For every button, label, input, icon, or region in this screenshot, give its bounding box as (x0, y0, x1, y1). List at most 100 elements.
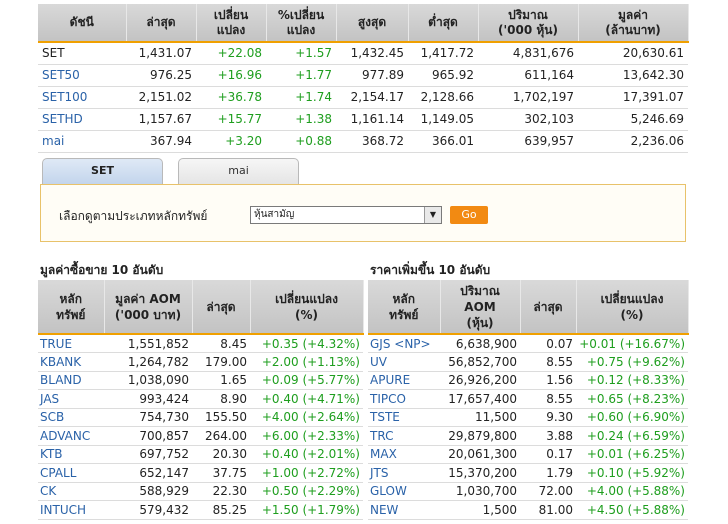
stock-last-price: 3.88 (520, 426, 576, 446)
stock-change: +0.10 (+5.92%) (576, 463, 688, 483)
column-header-line: ล่าสุด (533, 299, 563, 314)
stock-symbol[interactable]: BLAND (38, 371, 104, 390)
column-header: ล่าสุด (520, 280, 577, 334)
stock-volume-value: 6,638,900 (440, 333, 520, 353)
stock-symbol[interactable]: TRUE (38, 333, 104, 353)
stock-symbol[interactable]: ADVANC (38, 426, 104, 446)
stock-last-price: 85.25 (192, 500, 250, 520)
stock-symbol[interactable]: CPALL (38, 463, 104, 483)
table-row: TRUE 1,551,852 8.45 +0.35 (+4.32%) (38, 333, 363, 353)
stock-volume-value: 17,657,400 (440, 389, 520, 409)
column-header-line: หลัก (59, 291, 83, 306)
stock-symbol[interactable]: UV (368, 352, 440, 372)
stock-last-price: 1.56 (520, 371, 576, 390)
column-header-line: แปลง (216, 22, 246, 37)
stock-change: +4.00 (+2.64%) (250, 408, 363, 427)
stock-last-price: 8.45 (192, 333, 250, 353)
index-value: 17,391.07 (578, 86, 688, 109)
table-row: KBANK 1,264,782 179.00 +2.00 (+1.13%) (38, 352, 363, 372)
stock-volume-value: 697,752 (104, 445, 192, 464)
table-row: TSTE 11,500 9.30 +0.60 (+6.90%) (368, 408, 688, 427)
column-header: มูลค่า AOM ('000 บาท) (104, 280, 193, 334)
stock-symbol[interactable]: JAS (38, 389, 104, 409)
table-row: CPALL 652,147 37.75 +1.00 (+2.72%) (38, 463, 363, 483)
tab-set[interactable]: SET (42, 158, 163, 184)
go-button[interactable]: Go (450, 206, 488, 224)
stock-symbol[interactable]: TRC (368, 426, 440, 446)
stock-volume-value: 700,857 (104, 426, 192, 446)
table-row: GJS <NP> 6,638,900 0.07 +0.01 (+16.67%) (368, 333, 688, 353)
stock-change: +0.01 (+16.67%) (576, 333, 688, 353)
stock-symbol[interactable]: GLOW (368, 482, 440, 501)
table-row: TIPCO 17,657,400 8.55 +0.65 (+8.23%) (368, 389, 688, 409)
stock-change: +0.01 (+6.25%) (576, 445, 688, 464)
index-name[interactable]: mai (38, 130, 126, 153)
stock-symbol[interactable]: SCB (38, 408, 104, 427)
index-pct-change: +1.38 (266, 108, 336, 131)
stock-symbol[interactable]: TIPCO (368, 389, 440, 409)
stock-symbol[interactable]: CK (38, 482, 104, 501)
column-header-line: (%) (295, 307, 318, 322)
stock-symbol[interactable]: APURE (368, 371, 440, 390)
index-last: 1,157.67 (126, 108, 196, 131)
stock-symbol[interactable]: JTS (368, 463, 440, 483)
stock-change: +0.24 (+6.59%) (576, 426, 688, 446)
column-header-line: (%) (620, 307, 644, 322)
stock-last-price: 264.00 (192, 426, 250, 446)
stock-symbol[interactable]: KBANK (38, 352, 104, 372)
stock-symbol[interactable]: KTB (38, 445, 104, 464)
stock-change: +0.40 (+2.01%) (250, 445, 363, 464)
index-last: 367.94 (126, 130, 196, 153)
stock-symbol[interactable]: NEW (368, 500, 440, 520)
stock-symbol[interactable]: TSTE (368, 408, 440, 427)
tab-mai[interactable]: mai (178, 158, 299, 184)
top-value-header-row: หลัก ทรัพย์ มูลค่า AOM ('000 บาท) ล่าสุด เปลี… (38, 280, 364, 334)
table-row: CK 588,929 22.30 +0.50 (+2.29%) (38, 482, 363, 501)
index-pct-change: +1.77 (266, 64, 336, 87)
security-type-label: เลือกดูตามประเภทหลักทรัพย์ (59, 209, 208, 223)
index-pct-change: +0.88 (266, 130, 336, 153)
table-row: MAX 20,061,300 0.17 +0.01 (+6.25%) (368, 445, 688, 464)
index-value: 13,642.30 (578, 64, 688, 87)
column-header-line: AOM (464, 299, 496, 314)
stock-change: +1.50 (+1.79%) (250, 500, 363, 520)
security-type-select[interactable]: หุ้นสามัญ ▼ (250, 206, 442, 224)
index-high: 1,432.45 (336, 41, 408, 65)
column-header-line: เปลี่ยน (213, 7, 249, 22)
stock-volume-value: 588,929 (104, 482, 192, 501)
column-header: สูงสุด (336, 4, 409, 42)
stock-last-price: 155.50 (192, 408, 250, 427)
index-volume: 611,164 (478, 64, 578, 87)
table-row: SET100 2,151.02 +36.78 +1.74 2,154.17 2,128.6… (38, 86, 688, 109)
stock-change: +0.65 (+8.23%) (576, 389, 688, 409)
index-pct-change: +1.57 (266, 41, 336, 65)
index-name[interactable]: SETHD (38, 108, 126, 131)
stock-symbol[interactable]: MAX (368, 445, 440, 464)
table-row: mai 367.94 +3.20 +0.88 368.72 366.01 639,957 2,… (38, 130, 688, 153)
index-name[interactable]: SET (38, 41, 126, 65)
column-header: ปริมาณ ('000 หุ้น) (478, 4, 579, 42)
chevron-down-icon[interactable]: ▼ (424, 207, 441, 223)
index-name[interactable]: SET50 (38, 64, 126, 87)
index-change: +22.08 (196, 41, 266, 65)
table-row: APURE 26,926,200 1.56 +0.12 (+8.33%) (368, 371, 688, 390)
column-header-line: (ล้านบาท) (605, 22, 661, 37)
stock-last-price: 0.17 (520, 445, 576, 464)
column-header-line: %เปลี่ยน (277, 7, 325, 22)
stock-last-price: 72.00 (520, 482, 576, 501)
stock-symbol[interactable]: INTUCH (38, 500, 104, 520)
index-change: +36.78 (196, 86, 266, 109)
column-header: หลัก ทรัพย์ (368, 280, 441, 334)
index-value: 5,246.69 (578, 108, 688, 131)
index-header-row: ดัชนี ล่าสุด เปลี่ยน แปลง %เปลี่ยน แปลง สูงสุด… (38, 4, 689, 42)
index-name[interactable]: SET100 (38, 86, 126, 109)
column-header: ดัชนี (38, 4, 127, 42)
column-header-line: ('000 บาท) (114, 307, 182, 322)
stock-last-price: 20.30 (192, 445, 250, 464)
stock-last-price: 37.75 (192, 463, 250, 483)
column-header: ล่าสุด (126, 4, 197, 42)
stock-symbol[interactable]: GJS <NP> (368, 333, 440, 353)
column-header-line: ('000 หุ้น) (498, 22, 558, 37)
column-header-line: ดัชนี (69, 15, 94, 29)
table-row: SCB 754,730 155.50 +4.00 (+2.64%) (38, 408, 363, 427)
